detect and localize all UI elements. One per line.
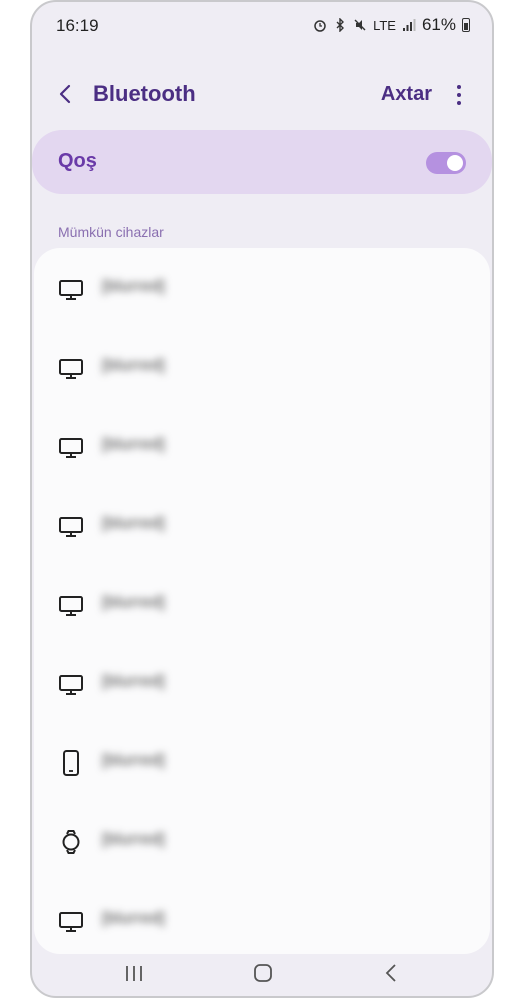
device-name: [blurred] <box>102 515 166 532</box>
device-item[interactable]: [blurred] <box>34 485 490 564</box>
device-name: [blurred] <box>102 752 166 769</box>
device-name: [blurred] <box>102 436 166 453</box>
navigation-bar <box>32 950 492 996</box>
nav-back-icon[interactable] <box>372 958 412 988</box>
phone-frame: 16:19 LTE 61% Bluetooth Axtar Qoş Mümkün… <box>30 0 494 998</box>
device-name: [blurred] <box>102 594 166 611</box>
device-name: [blurred] <box>102 278 166 295</box>
toggle-label: Qoş <box>58 150 97 172</box>
tv-icon <box>58 671 84 697</box>
status-bar: 16:19 LTE 61% <box>32 2 492 52</box>
device-item[interactable]: [blurred] <box>34 801 490 880</box>
mute-icon <box>354 19 366 31</box>
phone-icon <box>58 750 84 776</box>
page-title: Bluetooth <box>93 81 196 106</box>
home-icon[interactable] <box>243 958 283 988</box>
device-item[interactable]: [blurred] <box>34 248 490 327</box>
network-label: LTE <box>373 17 396 33</box>
tv-icon <box>58 908 84 934</box>
bluetooth-switch[interactable] <box>426 152 466 174</box>
bluetooth-toggle-row[interactable]: Qoş <box>32 130 492 194</box>
device-name: [blurred] <box>102 831 166 848</box>
tv-icon <box>58 276 84 302</box>
bluetooth-icon <box>336 18 345 32</box>
recent-apps-icon[interactable] <box>114 958 154 988</box>
section-available-devices: Mümkün cihazlar <box>58 224 164 240</box>
device-item[interactable]: [blurred] <box>34 880 490 959</box>
device-item[interactable]: [blurred] <box>34 564 490 643</box>
device-item[interactable]: [blurred] <box>34 327 490 406</box>
tv-icon <box>58 434 84 460</box>
back-arrow-icon[interactable] <box>54 82 78 106</box>
device-item[interactable]: [blurred] <box>34 722 490 801</box>
tv-icon <box>58 355 84 381</box>
alarm-icon <box>314 20 326 32</box>
status-time: 16:19 <box>56 16 99 35</box>
status-icons: LTE 61% <box>313 15 470 35</box>
tv-icon <box>58 513 84 539</box>
signal-icon <box>402 19 416 31</box>
device-list: [blurred] [blurred] [blurred] [blurred] [blu… <box>34 248 490 954</box>
device-name: [blurred] <box>102 673 166 690</box>
battery-percent: 61% <box>421 15 456 34</box>
device-name: [blurred] <box>102 910 166 927</box>
tv-icon <box>58 592 84 618</box>
device-name: [blurred] <box>102 357 166 374</box>
device-item[interactable]: [blurred] <box>34 406 490 485</box>
battery-icon <box>462 18 470 32</box>
watch-icon <box>58 829 84 855</box>
search-button[interactable]: Axtar <box>381 83 432 106</box>
app-bar: Bluetooth Axtar <box>32 72 492 118</box>
more-options-icon[interactable] <box>452 82 466 108</box>
device-item[interactable]: [blurred] <box>34 643 490 722</box>
